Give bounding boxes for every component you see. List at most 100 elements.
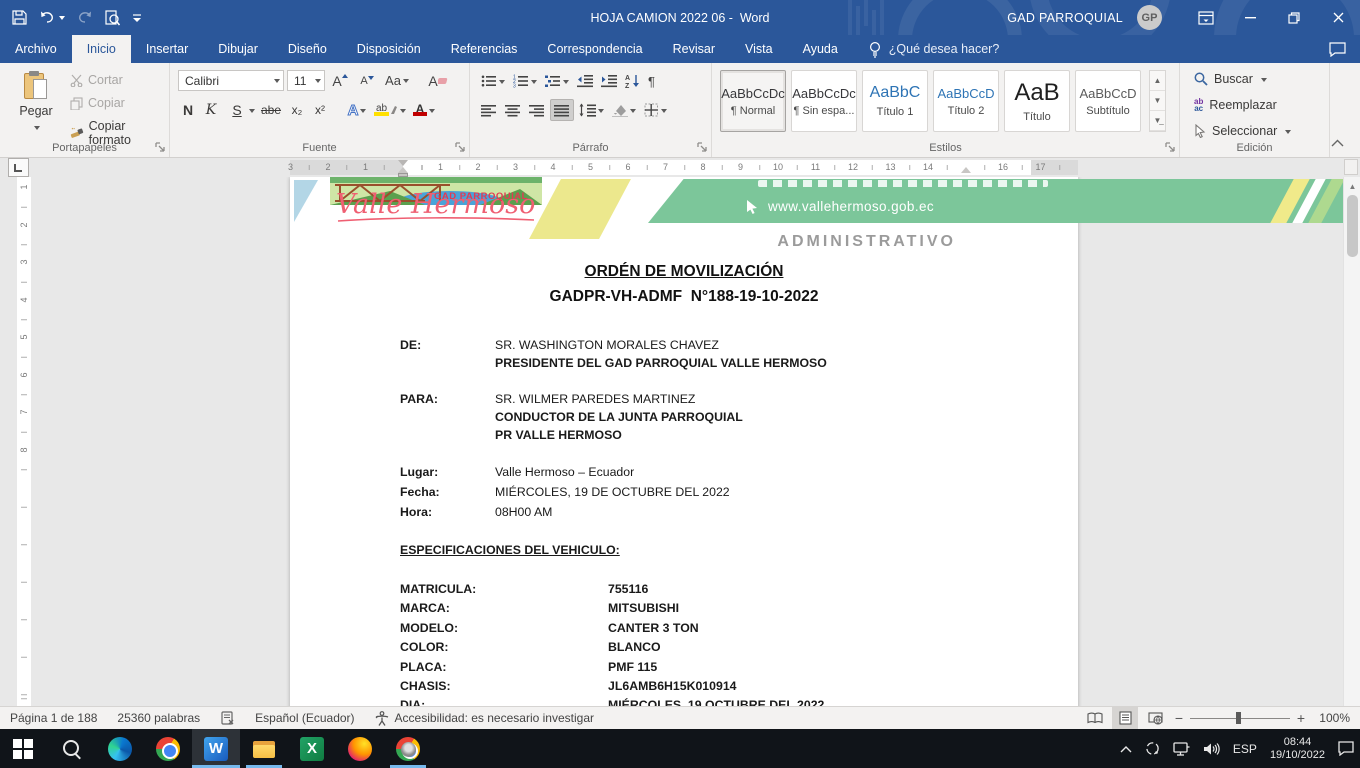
tab-stop-selector[interactable] xyxy=(8,158,29,177)
shrink-font-button[interactable]: A xyxy=(355,70,379,91)
change-case-button[interactable]: Aa xyxy=(382,70,412,91)
paragraph-dialog-launcher-icon[interactable] xyxy=(697,142,708,153)
tab-dibujar[interactable]: Dibujar xyxy=(203,35,273,63)
print-layout-view-icon[interactable] xyxy=(1112,707,1138,729)
zoom-out-button[interactable]: − xyxy=(1172,710,1186,726)
styles-scroll-up-icon[interactable]: ▲ xyxy=(1150,71,1165,91)
tray-app-icon[interactable] xyxy=(1145,741,1160,756)
bold-button[interactable]: N xyxy=(178,99,198,121)
style-título[interactable]: AaBTítulo xyxy=(1004,70,1070,132)
scroll-up-icon[interactable]: ▲ xyxy=(1344,179,1360,193)
tab-revisar[interactable]: Revisar xyxy=(658,35,730,63)
styles-dialog-launcher-icon[interactable] xyxy=(1165,142,1176,153)
save-icon[interactable] xyxy=(12,10,27,25)
taskbar-edge-icon[interactable] xyxy=(96,729,144,768)
tab-inicio[interactable]: Inicio xyxy=(72,35,131,63)
taskbar-explorer-icon[interactable] xyxy=(240,729,288,768)
pilcrow-icon[interactable]: ¶ xyxy=(645,70,658,92)
underline-dropdown-icon[interactable] xyxy=(249,109,255,116)
highlight-color-button[interactable]: ab xyxy=(374,99,406,121)
zoom-slider[interactable] xyxy=(1190,707,1290,729)
align-left-icon[interactable] xyxy=(478,99,500,121)
close-button[interactable] xyxy=(1316,0,1360,35)
taskbar-word-icon[interactable]: W xyxy=(192,729,240,768)
style-normal[interactable]: AaBbCcDc¶ Normal xyxy=(720,70,786,132)
styles-gallery-expand-icon[interactable]: ▼̲ xyxy=(1150,111,1165,131)
account-name[interactable]: GAD PARROQUIAL xyxy=(1007,11,1123,25)
font-dialog-launcher-icon[interactable] xyxy=(455,142,466,153)
taskbar-chrome-icon[interactable] xyxy=(144,729,192,768)
clock[interactable]: 08:44 19/10/2022 xyxy=(1270,736,1325,762)
subscript-button[interactable]: x₂ xyxy=(287,99,307,121)
taskbar-excel-icon[interactable]: X xyxy=(288,729,336,768)
italic-button[interactable]: K xyxy=(201,99,221,121)
read-mode-view-icon[interactable] xyxy=(1082,707,1108,729)
undo-button[interactable] xyxy=(39,11,65,25)
tab-archivo[interactable]: Archivo xyxy=(0,35,72,63)
borders-icon[interactable] xyxy=(641,99,670,121)
zoom-slider-handle[interactable] xyxy=(1236,712,1241,724)
accessibility-status[interactable]: Accesibilidad: es necesario investigar xyxy=(375,711,594,726)
action-center-icon[interactable] xyxy=(1338,741,1354,756)
tab-vista[interactable]: Vista xyxy=(730,35,788,63)
customize-quick-access-icon[interactable] xyxy=(132,12,142,24)
align-center-icon[interactable] xyxy=(502,99,524,121)
style-título2[interactable]: AaBbCcDTítulo 2 xyxy=(933,70,999,132)
find-button[interactable]: Buscar xyxy=(1194,72,1267,86)
tab-correspondencia[interactable]: Correspondencia xyxy=(532,35,657,63)
strikethrough-button[interactable]: abe xyxy=(258,99,284,121)
vertical-ruler[interactable]: 12345678 xyxy=(17,177,31,706)
taskbar-chrome2-icon[interactable] xyxy=(384,729,432,768)
text-effects-button[interactable]: A xyxy=(343,99,371,121)
grow-font-button[interactable]: A xyxy=(328,70,352,91)
restore-button[interactable] xyxy=(1272,0,1316,35)
multilevel-list-icon[interactable] xyxy=(542,70,572,92)
underline-button[interactable]: S xyxy=(224,99,250,121)
taskbar-firefox-icon[interactable] xyxy=(336,729,384,768)
font-name-combo[interactable]: Calibri xyxy=(178,70,284,91)
collapse-ribbon-icon[interactable] xyxy=(1331,139,1344,147)
volume-icon[interactable] xyxy=(1203,742,1220,756)
style-título1[interactable]: AaBbCTítulo 1 xyxy=(862,70,928,132)
zoom-in-button[interactable]: + xyxy=(1294,710,1308,726)
line-spacing-icon[interactable] xyxy=(576,99,607,121)
first-line-indent-marker[interactable] xyxy=(398,160,408,166)
undo-dropdown-icon[interactable] xyxy=(59,16,65,23)
align-right-icon[interactable] xyxy=(526,99,548,121)
replace-button[interactable]: abac Reemplazar xyxy=(1194,98,1277,112)
styles-scroll-down-icon[interactable]: ▼ xyxy=(1150,91,1165,111)
tab-disposición[interactable]: Disposición xyxy=(342,35,436,63)
document-page[interactable]: Valle Hermoso GAD PARROQUIAL www.vallehe… xyxy=(290,177,1078,706)
tell-me-search[interactable]: ¿Qué desea hacer? xyxy=(869,35,1000,63)
tab-diseño[interactable]: Diseño xyxy=(273,35,342,63)
style-subtítulo[interactable]: AaBbCcDSubtítulo xyxy=(1075,70,1141,132)
scrollbar-thumb[interactable] xyxy=(1347,195,1358,257)
web-layout-view-icon[interactable] xyxy=(1142,707,1168,729)
ribbon-display-options-button[interactable] xyxy=(1184,0,1228,35)
increase-indent-icon[interactable] xyxy=(598,70,620,92)
taskbar-search-icon[interactable] xyxy=(48,729,96,768)
paste-button[interactable]: Pegar xyxy=(10,71,62,136)
avatar[interactable]: GP xyxy=(1137,5,1162,30)
hanging-indent-marker[interactable] xyxy=(398,167,408,177)
bullets-icon[interactable] xyxy=(478,70,508,92)
font-size-combo[interactable]: 11 xyxy=(287,70,325,91)
tab-insertar[interactable]: Insertar xyxy=(131,35,203,63)
proofing-errors-icon[interactable] xyxy=(220,711,235,725)
right-indent-marker[interactable] xyxy=(961,167,971,173)
page-indicator[interactable]: Página 1 de 188 xyxy=(10,711,97,725)
tell-me-hint[interactable]: ¿Qué desea hacer? xyxy=(889,42,1000,56)
network-icon[interactable] xyxy=(1173,742,1190,756)
sort-icon[interactable]: AZ xyxy=(622,70,643,92)
tray-expand-chevron-icon[interactable] xyxy=(1120,745,1132,753)
horizontal-ruler[interactable]: 12312345678910111213141617 xyxy=(290,160,1078,175)
numbering-icon[interactable]: 123 xyxy=(510,70,540,92)
align-justify-icon[interactable] xyxy=(550,99,574,121)
select-button[interactable]: Seleccionar xyxy=(1194,124,1291,138)
clipboard-dialog-launcher-icon[interactable] xyxy=(155,142,166,153)
style-sinespa[interactable]: AaBbCcDc¶ Sin espa... xyxy=(791,70,857,132)
tab-ayuda[interactable]: Ayuda xyxy=(788,35,853,63)
clear-formatting-button[interactable]: A xyxy=(425,70,453,91)
comments-icon[interactable] xyxy=(1329,35,1346,63)
print-preview-icon[interactable] xyxy=(105,10,120,26)
